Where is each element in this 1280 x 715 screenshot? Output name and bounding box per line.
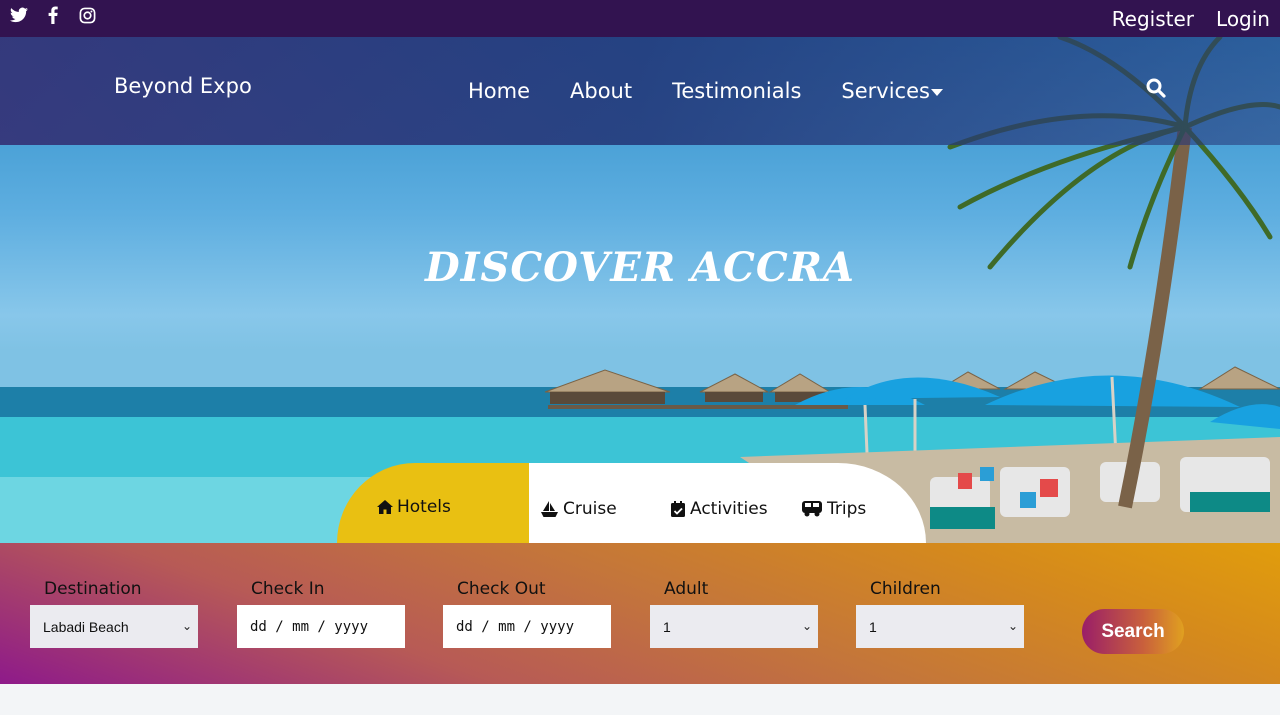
main-navbar: Beyond Expo Home About Testimonials Serv…: [0, 37, 1280, 145]
nav-item-services[interactable]: Services: [841, 79, 943, 103]
tab-activities[interactable]: Activities: [671, 499, 768, 519]
nav-item-testimonials[interactable]: Testimonials: [672, 79, 801, 103]
chevron-down-icon: ⌄: [801, 619, 812, 633]
tab-cruise-label: Cruise: [563, 499, 617, 519]
chevron-down-icon: ⌄: [181, 619, 192, 633]
tab-hotels-label: Hotels: [397, 497, 451, 517]
auth-links: Register Login: [1112, 7, 1270, 31]
hero-headline: DISCOVER ACCRA: [425, 244, 855, 291]
register-link[interactable]: Register: [1112, 7, 1194, 31]
home-icon: [377, 500, 393, 514]
adult-label: Adult: [664, 579, 709, 599]
ship-icon: [541, 501, 558, 517]
check-out-field: Check Out dd / mm / yyyy: [443, 579, 611, 648]
nav-item-about[interactable]: About: [570, 79, 632, 103]
top-bar: Register Login: [0, 0, 1280, 37]
facebook-icon[interactable]: [44, 5, 62, 25]
tab-cruise[interactable]: Cruise: [541, 499, 617, 519]
instagram-icon[interactable]: [78, 5, 96, 25]
check-in-value: dd / mm / yyyy: [250, 618, 369, 635]
adult-field: Adult 1 ⌄: [650, 579, 818, 648]
hero-banner: Beyond Expo Home About Testimonials Serv…: [0, 37, 1280, 543]
tab-hotels[interactable]: Hotels: [337, 463, 529, 543]
search-button[interactable]: Search: [1082, 609, 1184, 654]
children-field: Children 1 ⌄: [856, 579, 1024, 648]
destination-field: Destination Labadi Beach ⌄: [30, 579, 198, 648]
nav-item-services-label: Services: [841, 79, 930, 103]
check-out-label: Check Out: [457, 579, 546, 599]
children-value: 1: [869, 618, 877, 635]
nav-item-home[interactable]: Home: [468, 79, 530, 103]
check-in-field: Check In dd / mm / yyyy: [237, 579, 405, 648]
check-in-label: Check In: [251, 579, 325, 599]
tab-group-rest: Cruise Activities Trips: [529, 463, 926, 543]
calendar-check-icon: [671, 501, 685, 517]
check-out-value: dd / mm / yyyy: [456, 618, 575, 635]
children-select[interactable]: 1 ⌄: [856, 605, 1024, 648]
chevron-down-icon: ⌄: [1007, 619, 1018, 633]
nav-menu: Home About Testimonials Services: [468, 79, 943, 103]
twitter-icon[interactable]: [10, 5, 28, 25]
bus-icon: [802, 501, 822, 517]
check-in-input[interactable]: dd / mm / yyyy: [237, 605, 405, 648]
destination-select[interactable]: Labadi Beach ⌄: [30, 605, 198, 648]
search-panel: Destination Labadi Beach ⌄ Check In dd /…: [0, 543, 1280, 684]
tab-activities-label: Activities: [690, 499, 768, 519]
chevron-down-icon: [930, 88, 943, 96]
check-out-input[interactable]: dd / mm / yyyy: [443, 605, 611, 648]
children-label: Children: [870, 579, 941, 599]
destination-label: Destination: [44, 579, 142, 599]
destination-value: Labadi Beach: [43, 618, 129, 635]
search-icon[interactable]: [1146, 78, 1166, 103]
brand-logo[interactable]: Beyond Expo: [114, 74, 252, 98]
social-links: [10, 5, 96, 25]
login-link[interactable]: Login: [1216, 7, 1270, 31]
tab-trips[interactable]: Trips: [802, 499, 866, 519]
booking-tabs: Hotels Cruise Activities Trips: [337, 463, 926, 543]
tab-trips-label: Trips: [827, 499, 867, 519]
adult-value: 1: [663, 618, 671, 635]
adult-select[interactable]: 1 ⌄: [650, 605, 818, 648]
